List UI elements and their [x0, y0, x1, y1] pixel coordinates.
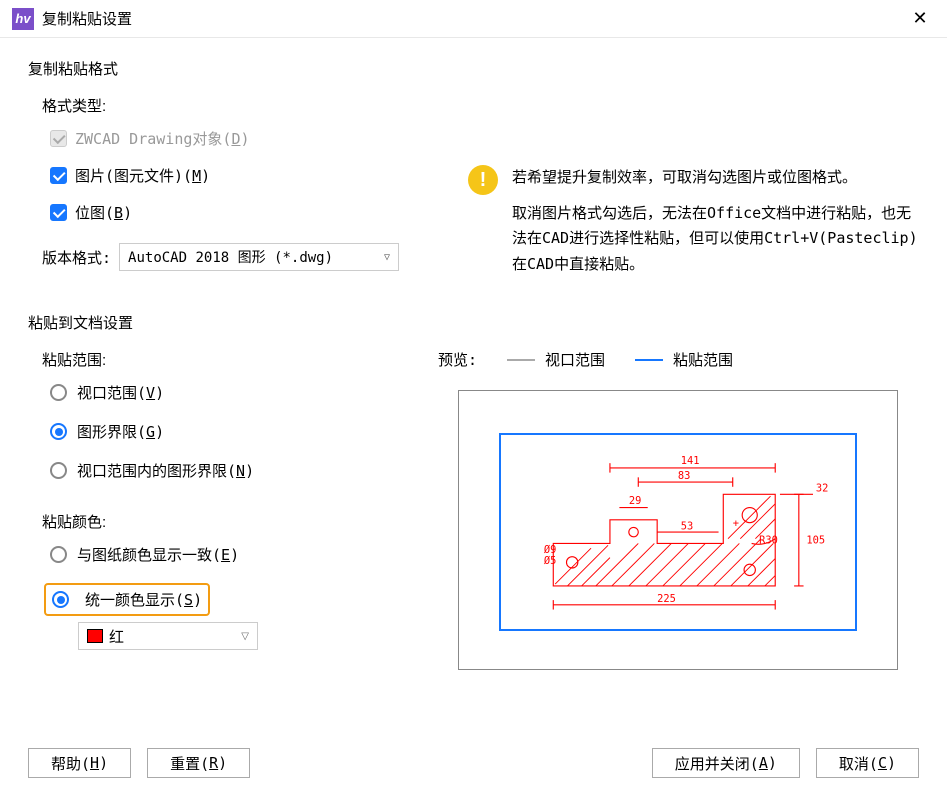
color-dropdown[interactable]: 红 ▽: [78, 622, 258, 650]
info-panel: ! 若希望提升复制效率，可取消勾选图片或位图格式。 取消图片格式勾选后，无法在O…: [468, 95, 919, 287]
radio-limits[interactable]: 图形界限(G): [42, 421, 408, 442]
checkbox-label: 图片(图元文件)(M): [75, 165, 210, 186]
radio-icon: [50, 384, 67, 401]
paste-color-label: 粘贴颜色:: [42, 511, 408, 532]
legend-label: 粘贴范围: [673, 349, 733, 370]
format-type-label: 格式类型:: [42, 95, 428, 116]
section-paste-settings: 粘贴到文档设置 粘贴范围: 视口范围(V) 图形界限(G) 视口范围内的图形界限…: [28, 312, 919, 670]
help-button[interactable]: 帮助(H): [28, 748, 131, 778]
preview-area: 预览: 视口范围 粘贴范围: [438, 349, 919, 670]
info-icon: !: [468, 165, 498, 195]
checkbox-label: 位图(B): [75, 202, 132, 223]
cad-preview: 141 83 32 29 53 105 R30 225 Ø9 Ø5 +: [529, 449, 842, 619]
section-title-paste: 粘贴到文档设置: [28, 312, 919, 333]
dim-53: 53: [681, 520, 694, 532]
radio-viewport[interactable]: 视口范围(V): [42, 382, 408, 403]
checkbox-bitmap[interactable]: 位图(B): [42, 202, 428, 223]
reset-button[interactable]: 重置(R): [147, 748, 250, 778]
checkbox-label: ZWCAD Drawing对象(D): [75, 128, 250, 149]
radio-label: 与图纸颜色显示一致(E): [77, 544, 239, 565]
preview-box: 141 83 32 29 53 105 R30 225 Ø9 Ø5 +: [458, 390, 898, 670]
radio-viewport-limits[interactable]: 视口范围内的图形界限(N): [42, 460, 408, 481]
version-dropdown[interactable]: AutoCAD 2018 图形 (*.dwg) ▽: [119, 243, 399, 271]
radio-label: 统一颜色显示(S): [85, 589, 202, 610]
titlebar: hv 复制粘贴设置 ✕: [0, 0, 947, 38]
legend-line-icon: [507, 359, 535, 361]
radio-icon: [50, 462, 67, 479]
dim-225: 225: [657, 593, 676, 605]
legend-label: 视口范围: [545, 349, 605, 370]
dim-32: 32: [816, 483, 829, 495]
radio-icon: [50, 546, 67, 563]
dim-r30: R30: [759, 534, 778, 546]
footer: 帮助(H) 重置(R) 应用并关闭(A) 取消(C): [28, 748, 919, 778]
legend-paste: 粘贴范围: [635, 349, 733, 370]
app-icon: hv: [12, 8, 34, 30]
section-title-format: 复制粘贴格式: [28, 58, 919, 79]
checkbox-zwcad: ZWCAD Drawing对象(D): [42, 128, 428, 149]
radio-label: 视口范围内的图形界限(N): [77, 460, 254, 481]
svg-text:+: +: [733, 517, 739, 529]
dim-phi5: Ø5: [544, 555, 557, 567]
radio-label: 图形界限(G): [77, 421, 164, 442]
chevron-down-icon: ▽: [241, 631, 249, 642]
dim-105: 105: [806, 534, 825, 546]
dim-phi9: Ø9: [544, 544, 557, 556]
dropdown-value: 红: [109, 626, 124, 647]
info-line-1: 若希望提升复制效率，可取消勾选图片或位图格式。: [512, 165, 919, 191]
chevron-down-icon: ▽: [384, 252, 390, 263]
radio-label: 视口范围(V): [77, 382, 164, 403]
checkbox-icon: [50, 204, 67, 221]
dim-83: 83: [678, 470, 691, 482]
preview-label: 预览:: [438, 349, 477, 370]
paste-range-label: 粘贴范围:: [42, 349, 408, 370]
radio-unified-color-highlighted[interactable]: 统一颜色显示(S): [44, 583, 210, 616]
apply-close-button[interactable]: 应用并关闭(A): [652, 748, 800, 778]
window-title: 复制粘贴设置: [42, 8, 905, 29]
cancel-button[interactable]: 取消(C): [816, 748, 919, 778]
radio-same-color[interactable]: 与图纸颜色显示一致(E): [42, 544, 408, 565]
dim-29: 29: [629, 495, 642, 507]
radio-icon: [52, 591, 69, 608]
legend-line-icon: [635, 359, 663, 361]
dim-141: 141: [681, 455, 700, 467]
radio-icon: [50, 423, 67, 440]
legend-viewport: 视口范围: [507, 349, 605, 370]
dropdown-value: AutoCAD 2018 图形 (*.dwg): [128, 247, 333, 267]
checkbox-icon: [50, 167, 67, 184]
info-line-2: 取消图片格式勾选后，无法在Office文档中进行粘贴，也无法在CAD进行选择性粘…: [512, 201, 919, 278]
checkbox-metafile[interactable]: 图片(图元文件)(M): [42, 165, 428, 186]
color-swatch-icon: [87, 629, 103, 643]
checkbox-icon: [50, 130, 67, 147]
version-label: 版本格式:: [42, 247, 111, 268]
section-copy-format: 复制粘贴格式 格式类型: ZWCAD Drawing对象(D) 图片(图元文件)…: [28, 58, 919, 287]
close-icon[interactable]: ✕: [905, 4, 935, 34]
